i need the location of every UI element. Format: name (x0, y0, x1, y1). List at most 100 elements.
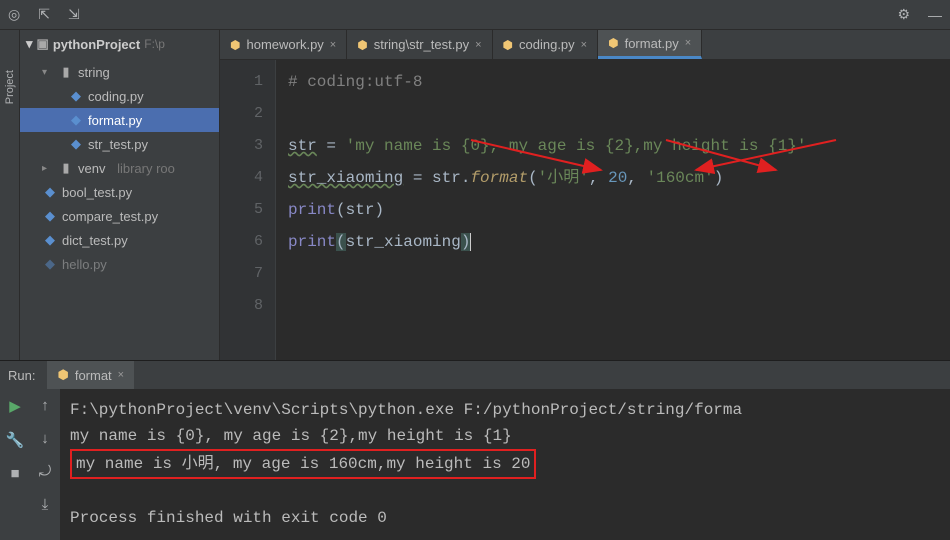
run-config-tab[interactable]: ⬢ format × (47, 361, 134, 389)
code-text: 'my name is {0}, my age is {2},my height… (346, 137, 807, 155)
close-icon[interactable]: × (685, 37, 691, 49)
code-text: str_xiaoming (346, 233, 461, 251)
run-header: Run: ⬢ format × (0, 361, 950, 389)
tree-file-format[interactable]: ◆ format.py (20, 108, 219, 132)
code-text: str_xiaoming (288, 169, 403, 187)
code-text: 20 (608, 169, 627, 187)
tree-item-label: venv (78, 161, 105, 176)
collapse-all-icon[interactable]: ⇲ (68, 6, 80, 23)
chevron-down-icon: ▾ (42, 67, 54, 78)
tree-item-label: compare_test.py (62, 209, 158, 224)
line-number: 8 (220, 290, 263, 322)
tree-file-bool[interactable]: ◆ bool_test.py (20, 180, 219, 204)
project-panel: ▾ ▣ pythonProject F:\p ▾ ▮ string ◆ codi… (20, 30, 220, 360)
tree-file-coding[interactable]: ◆ coding.py (20, 84, 219, 108)
tree-file-compare[interactable]: ◆ compare_test.py (20, 204, 219, 228)
tree-item-label: bool_test.py (62, 185, 132, 200)
python-file-icon: ◆ (42, 208, 58, 224)
editor-tab-strtest[interactable]: ⬢ string\str_test.py × (347, 30, 492, 59)
code-text: '小明' (538, 169, 589, 187)
tree-item-label: string (78, 65, 110, 80)
close-icon[interactable]: × (475, 39, 481, 51)
expand-all-icon[interactable]: ⇱ (38, 6, 50, 23)
run-config-name: format (75, 368, 112, 383)
python-file-icon: ⬢ (230, 38, 240, 52)
project-folder-icon: ▣ (37, 36, 49, 52)
soft-wrap-icon[interactable]: ⤾ (39, 463, 52, 480)
run-label: Run: (8, 368, 35, 383)
python-file-icon: ◆ (42, 184, 58, 200)
tree-item-label: str_test.py (88, 137, 148, 152)
python-file-icon: ◆ (68, 112, 84, 128)
code-text: '160cm' (647, 169, 714, 187)
python-file-icon: ◆ (68, 136, 84, 152)
annotation-arrows (276, 60, 950, 360)
tree-file-strtest[interactable]: ◆ str_test.py (20, 132, 219, 156)
tree-item-label: format.py (88, 113, 142, 128)
code-text: str (288, 137, 317, 155)
tree-item-suffix: library roo (117, 161, 175, 176)
tree-folder-string[interactable]: ▾ ▮ string (20, 60, 219, 84)
tab-label: format.py (625, 36, 679, 51)
line-number: 5 (220, 194, 263, 226)
python-file-icon: ◆ (68, 88, 84, 104)
close-icon[interactable]: × (118, 369, 124, 381)
folder-icon: ▮ (58, 64, 74, 80)
run-play-icon[interactable]: ▶ (9, 397, 21, 415)
gear-icon[interactable]: ⚙ (897, 6, 910, 23)
code-text: format (470, 169, 528, 187)
target-icon[interactable]: ◎ (8, 6, 20, 23)
project-tool-tab[interactable]: Project (0, 30, 20, 360)
highlighted-output: my name is 小明, my age is 160cm,my height… (70, 449, 536, 479)
console-output[interactable]: F:\pythonProject\venv\Scripts\python.exe… (60, 389, 950, 540)
tab-label: coding.py (519, 37, 575, 52)
down-arrow-icon[interactable]: ↓ (41, 430, 49, 447)
chevron-right-icon: ▸ (42, 163, 54, 174)
editor-tab-bar: ⬢ homework.py × ⬢ string\str_test.py × ⬢… (220, 30, 950, 60)
code-text: print (288, 201, 336, 219)
line-number: 4 (220, 162, 263, 194)
line-number: 6 (220, 226, 263, 258)
console-line: Process finished with exit code 0 (70, 509, 387, 527)
editor-tab-homework[interactable]: ⬢ homework.py × (220, 30, 347, 59)
editor-tab-format[interactable]: ⬢ format.py × (598, 30, 702, 59)
tab-label: string\str_test.py (374, 37, 469, 52)
tree-file-hello[interactable]: ◆ hello.py (20, 252, 219, 276)
code-editor[interactable]: # coding:utf-8 str = 'my name is {0}, my… (276, 60, 950, 360)
tree-folder-venv[interactable]: ▸ ▮ venv library roo (20, 156, 219, 180)
scroll-to-end-icon[interactable]: ⤓ (42, 496, 49, 513)
line-number: 1 (220, 66, 263, 98)
code-text: # coding:utf-8 (288, 73, 422, 91)
project-path: F:\p (144, 37, 165, 51)
hide-icon[interactable]: — (928, 7, 942, 23)
stop-icon[interactable]: ■ (10, 465, 19, 482)
code-panel[interactable]: 1 2 3 4 5 6 7 8 # coding:utf-8 str = 'my… (220, 60, 950, 360)
tab-label: homework.py (246, 37, 323, 52)
project-tree: ▾ ▮ string ◆ coding.py ◆ format.py ◆ str… (20, 58, 219, 278)
line-gutter: 1 2 3 4 5 6 7 8 (220, 60, 276, 360)
python-file-icon: ◆ (42, 256, 58, 272)
close-icon[interactable]: × (581, 39, 587, 51)
console-line: my name is {0}, my age is {2},my height … (70, 427, 512, 445)
code-text: str (432, 169, 461, 187)
line-number: 3 (220, 130, 263, 162)
tree-item-label: coding.py (88, 89, 144, 104)
wrench-icon[interactable]: 🔧 (6, 431, 25, 449)
editor-tab-coding[interactable]: ⬢ coding.py × (493, 30, 599, 59)
line-number: 2 (220, 98, 263, 130)
project-tool-label: Project (4, 70, 16, 104)
line-number: 7 (220, 258, 263, 290)
python-file-icon: ◆ (42, 232, 58, 248)
editor-area: ⬢ homework.py × ⬢ string\str_test.py × ⬢… (220, 30, 950, 360)
console-line: F:\pythonProject\venv\Scripts\python.exe… (70, 401, 742, 419)
python-file-icon: ⬢ (503, 38, 513, 52)
run-tool-window: Run: ⬢ format × ▶ 🔧 ■ ↑ ↓ ⤾ ⤓ F:\pythonP… (0, 360, 950, 540)
close-icon[interactable]: × (330, 39, 336, 51)
tree-item-label: hello.py (62, 257, 107, 272)
tree-file-dict[interactable]: ◆ dict_test.py (20, 228, 219, 252)
project-root[interactable]: ▾ ▣ pythonProject F:\p (20, 30, 219, 58)
top-toolbar: ◎ ⇱ ⇲ ⚙ — (0, 0, 950, 30)
chevron-right-icon: ▾ (26, 36, 33, 52)
up-arrow-icon[interactable]: ↑ (41, 397, 49, 414)
python-file-icon: ⬢ (57, 367, 68, 383)
